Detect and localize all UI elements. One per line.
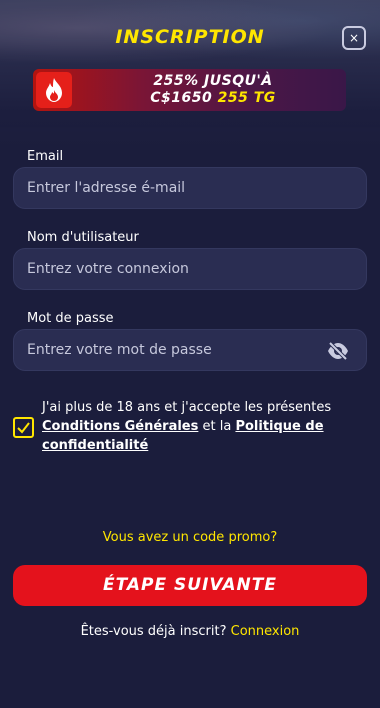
fire-icon (36, 72, 72, 108)
username-field-container (13, 248, 367, 290)
email-field-container (13, 167, 367, 209)
promo-text-line2: C$1650 255 TG (93, 90, 333, 106)
promo-amount: C$1650 (150, 90, 213, 106)
promo-banner: 255% JUSQU'À C$1650 255 TG (33, 69, 346, 111)
terms-text-before: J'ai plus de 18 ans et j'accepte les pré… (42, 400, 332, 415)
email-field[interactable] (27, 168, 327, 208)
terms-text-middle: et la (198, 419, 236, 434)
username-label: Nom d'utilisateur (27, 230, 139, 245)
terms-text: J'ai plus de 18 ans et j'accepte les pré… (42, 398, 362, 455)
terms-checkbox[interactable] (13, 417, 34, 438)
check-icon (17, 422, 30, 434)
password-field[interactable] (27, 330, 327, 370)
promo-text-line1: 255% JUSQU'À (153, 73, 273, 89)
eye-off-icon[interactable] (327, 341, 349, 365)
login-link[interactable]: Connexion (231, 624, 300, 639)
password-field-container (13, 329, 367, 371)
promo-code-link[interactable]: Vous avez un code promo? (0, 530, 380, 545)
page-title: INSCRIPTION (115, 26, 265, 48)
close-button[interactable]: × (342, 26, 366, 50)
login-question: Êtes-vous déjà inscrit? (80, 624, 227, 639)
terms-conditions-link[interactable]: Conditions Générales (42, 419, 198, 434)
password-label: Mot de passe (27, 311, 114, 326)
promo-bonus: 255 TG (217, 90, 276, 106)
login-prompt: Êtes-vous déjà inscrit? Connexion (0, 624, 380, 639)
username-field[interactable] (27, 249, 327, 289)
email-label: Email (27, 149, 64, 164)
next-step-button[interactable]: ÉTAPE SUIVANTE (13, 565, 367, 606)
close-icon: × (348, 31, 360, 45)
